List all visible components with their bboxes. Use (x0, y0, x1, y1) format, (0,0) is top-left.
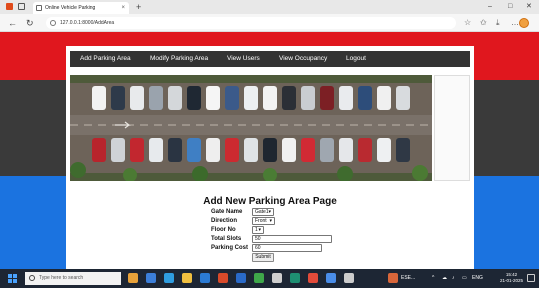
task-view-icon[interactable] (146, 273, 156, 283)
volume-icon[interactable]: ♪ (452, 269, 455, 288)
main-navbar: Add Parking Area Modify Parking Area Vie… (70, 51, 470, 67)
tab-title: Online Vehicle Parking (45, 5, 96, 11)
collections-icon[interactable]: ✩ (480, 18, 487, 28)
chrome-icon[interactable] (218, 273, 228, 283)
page-favicon-icon (36, 5, 42, 11)
submit-button[interactable]: Submit (252, 253, 274, 262)
vscode-icon[interactable] (326, 273, 336, 283)
parking-cost-value: 60 (255, 245, 261, 251)
direction-value: Front (255, 218, 267, 224)
app-icon[interactable] (272, 273, 282, 283)
direction-label: Direction (211, 218, 238, 224)
banner-side-panel (434, 75, 470, 181)
floor-no-value: 1 (255, 227, 258, 233)
url-text: 127.0.0.1:8000/AddArea (60, 20, 115, 26)
word-icon[interactable] (236, 273, 246, 283)
minimize-button[interactable]: – (488, 1, 492, 13)
nav-view-users[interactable]: View Users (227, 51, 260, 67)
site-info-icon[interactable] (50, 20, 56, 26)
gate-name-select[interactable]: Gate1 ▾ (252, 208, 274, 216)
terminal-icon[interactable] (290, 273, 300, 283)
notepad-icon[interactable] (344, 273, 354, 283)
edge-browser-icon[interactable] (164, 273, 174, 283)
language-indicator[interactable]: ENG (472, 269, 483, 288)
more-menu-icon[interactable]: … (511, 18, 519, 28)
parking-cost-input[interactable]: 60 (252, 244, 322, 252)
browser-app-icon (6, 3, 13, 10)
nav-logout[interactable]: Logout (346, 51, 366, 67)
url-field[interactable]: 127.0.0.1:8000/AddArea (46, 17, 456, 29)
windows-start-button[interactable] (8, 274, 17, 283)
direction-select[interactable]: Front ▾ (252, 217, 275, 225)
network-icon[interactable]: ☁ (442, 269, 447, 288)
browser-tab[interactable]: Online Vehicle Parking × (33, 2, 129, 14)
refresh-icon[interactable]: ↻ (26, 17, 34, 29)
maximize-button[interactable]: □ (508, 1, 512, 13)
parking-lot-banner-image (70, 75, 432, 181)
parking-cost-label: Parking Cost (211, 245, 249, 251)
file-explorer-icon[interactable] (182, 273, 192, 283)
tray-chevron-icon[interactable]: ^ (432, 269, 434, 288)
nav-view-occupancy[interactable]: View Occupancy (279, 51, 327, 67)
tab-actions-icon[interactable] (18, 3, 25, 10)
parked-cars-middle-row (92, 138, 410, 162)
gate-name-label: Gate Name (211, 209, 243, 215)
widgets-icon[interactable] (128, 273, 138, 283)
taskbar-clock[interactable]: 15:42 21-01-2025 (500, 272, 523, 284)
tab-close-icon[interactable]: × (121, 2, 125, 14)
window-close-button[interactable]: ✕ (526, 1, 532, 13)
browser-tab-bar: Online Vehicle Parking × + – □ ✕ (0, 0, 539, 14)
media-icon[interactable] (308, 273, 318, 283)
parked-cars-top-row (92, 86, 410, 110)
excel-icon[interactable] (254, 273, 264, 283)
profile-avatar[interactable] (519, 18, 529, 28)
search-icon (29, 275, 35, 281)
address-bar-row: ← ↻ 127.0.0.1:8000/AddArea ☆ ✩ ⤓ … (0, 14, 539, 32)
notification-icon[interactable] (527, 274, 535, 282)
download-icon[interactable]: ⤓ (496, 18, 500, 28)
floor-no-label: Floor No (211, 227, 236, 233)
chevron-down-icon: ▾ (258, 227, 261, 233)
store-icon[interactable] (200, 273, 210, 283)
parking-lot-illustration (70, 75, 432, 181)
nav-add-parking-area[interactable]: Add Parking Area (80, 51, 131, 67)
taskbar-search-input[interactable]: Type here to search (25, 272, 121, 285)
back-arrow-icon[interactable]: ← (8, 17, 17, 29)
weather-icon[interactable] (388, 273, 398, 283)
new-tab-button[interactable]: + (136, 1, 141, 13)
gate-name-value: Gate1 (255, 209, 269, 215)
clock-date: 21-01-2025 (499, 278, 523, 283)
total-slots-input[interactable]: 50 (252, 235, 332, 243)
battery-icon[interactable]: ▭ (462, 269, 467, 288)
total-slots-value: 50 (255, 236, 261, 242)
page-title: Add New Parking Area Page (203, 196, 337, 207)
chevron-down-icon: ▾ (268, 209, 271, 215)
nav-modify-parking-area[interactable]: Modify Parking Area (150, 51, 208, 67)
taskbar-search-placeholder: Type here to search (39, 275, 84, 281)
floor-no-select[interactable]: 1 ▾ (252, 226, 264, 234)
total-slots-label: Total Slots (211, 236, 242, 242)
page-content: Add Parking Area Modify Parking Area Vie… (66, 46, 474, 269)
tray-label: ESE... (401, 275, 416, 281)
chevron-down-icon: ▾ (269, 218, 272, 224)
favorite-star-icon[interactable]: ☆ (464, 18, 471, 28)
windows-taskbar: Type here to search ESE... ^ ☁ ♪ ▭ ENG 1… (0, 269, 539, 288)
